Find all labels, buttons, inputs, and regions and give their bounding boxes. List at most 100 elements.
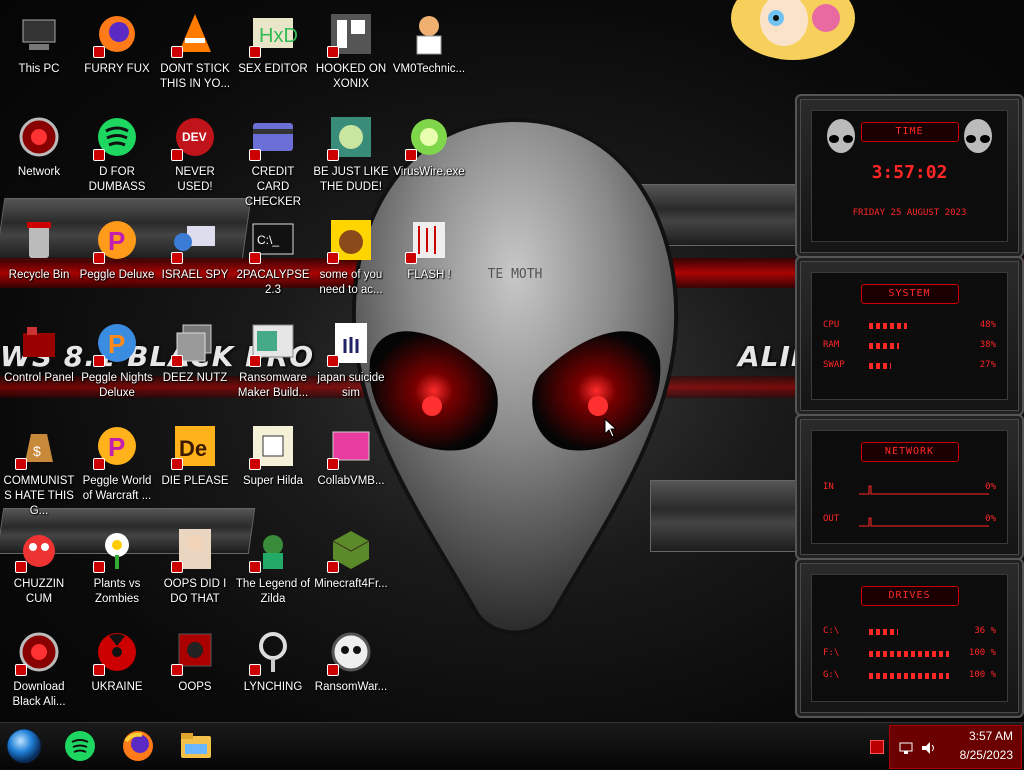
shield-icon bbox=[171, 252, 183, 264]
taskbar-clock-date[interactable]: 8/25/2023 bbox=[960, 748, 1013, 762]
desktop-icon-never-used[interactable]: DEV NEVER USED! bbox=[156, 109, 234, 209]
desktop-icon-label: UKRAINE bbox=[91, 681, 143, 693]
shield-icon bbox=[327, 561, 339, 573]
desktop-icon-super-hilda[interactable]: Super Hilda bbox=[234, 418, 312, 518]
shield-icon bbox=[171, 46, 183, 58]
desktop-icon-viruswire[interactable]: VirusWire.exe bbox=[390, 109, 468, 209]
desktop-icon-deez-nutz[interactable]: DEEZ NUTZ bbox=[156, 315, 234, 415]
system-title: SYSTEM bbox=[860, 284, 959, 304]
system-gadget[interactable]: SYSTEM CPU 48% RAM 38% SWAP 27% bbox=[795, 256, 1024, 416]
desktop-icon-japan-suicide-sim[interactable]: japan suicide sim bbox=[312, 315, 390, 415]
desktop-icon-hooked-on-xonix[interactable]: HOOKED ON XONIX bbox=[312, 6, 390, 106]
desktop-icon-label: BE JUST LIKE THE DUDE! bbox=[313, 166, 389, 193]
desktop-icon-dont-stick[interactable]: DONT STICK THIS IN YO... bbox=[156, 6, 234, 106]
desktop-icon-vm0technic[interactable]: VM0Technic... bbox=[390, 6, 468, 106]
desktop-icon-plants-vs-zombies[interactable]: Plants vs Zombies bbox=[78, 521, 156, 621]
desktop-icon-2pacalypse[interactable]: C:\_ 2PACALYPSE 2.3 bbox=[234, 212, 312, 312]
taskbar-clock-time[interactable]: 3:57 AM bbox=[969, 729, 1013, 743]
desktop-icon-minecraft4fr[interactable]: Minecraft4Fr... bbox=[312, 521, 390, 621]
never-used-icon: DEV bbox=[171, 113, 219, 161]
ukraine-icon bbox=[93, 628, 141, 676]
desktop-icon-peggle-deluxe[interactable]: P Peggle Deluxe bbox=[78, 212, 156, 312]
desktop-icon-network[interactable]: Network bbox=[0, 109, 78, 209]
shield-icon bbox=[15, 458, 27, 470]
shield-icon bbox=[327, 46, 339, 58]
desktop-icon-peggle-world[interactable]: P Peggle World of Warcraft ... bbox=[78, 418, 156, 518]
gadget-row-swap: SWAP 27% bbox=[823, 360, 996, 374]
gadget-row-name: RAM bbox=[823, 340, 840, 350]
gadget-row-g: G:\ 100 % bbox=[823, 670, 996, 684]
desktop-icon-recycle-bin[interactable]: Recycle Bin bbox=[0, 212, 78, 312]
shield-icon bbox=[93, 458, 105, 470]
desktop-icon-d-for-dumbass[interactable]: D FOR DUMBASS bbox=[78, 109, 156, 209]
svg-text:De: De bbox=[179, 436, 207, 461]
desktop-icon-label: OOPS bbox=[178, 681, 212, 693]
legend-of-zilda-icon bbox=[249, 525, 297, 573]
shield-icon bbox=[327, 664, 339, 676]
desktop-icon-be-just-like-dude[interactable]: BE JUST LIKE THE DUDE! bbox=[312, 109, 390, 209]
network-gadget[interactable]: NETWORK IN 0% OUT 0% bbox=[795, 414, 1024, 560]
shield-icon bbox=[249, 561, 261, 573]
shield-icon bbox=[171, 561, 183, 573]
super-hilda-icon bbox=[249, 422, 297, 470]
desktop-icon-oops[interactable]: OOPS bbox=[156, 624, 234, 724]
network-icon[interactable] bbox=[898, 740, 914, 756]
gadget-row-f: F:\ 100 % bbox=[823, 648, 996, 662]
desktop-icon-label: some of you need to ac... bbox=[319, 269, 383, 296]
gadget-row-name: IN bbox=[823, 482, 834, 492]
desktop-icon-communists[interactable]: $ COMMUNISTS HATE THIS G... bbox=[0, 418, 78, 518]
shield-icon bbox=[15, 664, 27, 676]
desktop-icon-label: NEVER USED! bbox=[175, 166, 215, 193]
start-button[interactable] bbox=[4, 727, 44, 765]
volume-icon[interactable] bbox=[920, 740, 938, 756]
desktop-icon-some-of-you[interactable]: some of you need to ac... bbox=[312, 212, 390, 312]
desktop-icon-lynching[interactable]: LYNCHING bbox=[234, 624, 312, 724]
taskbar-file-explorer-button[interactable] bbox=[176, 727, 216, 765]
gadget-row-c: C:\ 36 % bbox=[823, 626, 996, 640]
desktop-icon-collabvmb[interactable]: CollabVMB... bbox=[312, 418, 390, 518]
shield-icon bbox=[93, 355, 105, 367]
desktop-icon-label: 2PACALYPSE 2.3 bbox=[236, 269, 310, 296]
desktop-icon-sex-editor[interactable]: HxD SEX EDITOR bbox=[234, 6, 312, 106]
svg-text:P: P bbox=[108, 226, 125, 256]
shield-icon bbox=[249, 252, 261, 264]
desktop-icon-legend-of-zilda[interactable]: The Legend of Zilda bbox=[234, 521, 312, 621]
desktop-icon-label: RansomWar... bbox=[314, 681, 388, 693]
desktop-icon-label: CHUZZIN CUM bbox=[13, 578, 65, 605]
svg-text:P: P bbox=[108, 329, 125, 359]
desktop-icon-this-pc[interactable]: This PC bbox=[0, 6, 78, 106]
folder-icon bbox=[181, 733, 211, 758]
desktop-icon-furry-fux[interactable]: FURRY FUX bbox=[78, 6, 156, 106]
svg-text:DEV: DEV bbox=[182, 130, 207, 144]
shield-icon bbox=[171, 458, 183, 470]
alien-icon bbox=[827, 119, 855, 153]
time-gadget[interactable]: TIME 3:57:02 FRIDAY 25 AUGUST 2023 bbox=[795, 94, 1024, 258]
desktop-icon-ukraine[interactable]: UKRAINE bbox=[78, 624, 156, 724]
control-panel-icon bbox=[15, 319, 63, 367]
tray-overflow-icon[interactable] bbox=[870, 740, 884, 754]
desktop-icon-israel-spy[interactable]: ISRAEL SPY bbox=[156, 212, 234, 312]
desktop-icon-download-black[interactable]: Download Black Ali... bbox=[0, 624, 78, 724]
taskbar-firefox-button[interactable] bbox=[118, 727, 158, 765]
minecraft4fr-icon bbox=[327, 525, 375, 573]
gadget-row-value: 36 % bbox=[974, 626, 996, 636]
desktop-icon-control-panel[interactable]: Control Panel bbox=[0, 315, 78, 415]
desktop-icon-ransomware-maker[interactable]: Ransomware Maker Build... bbox=[234, 315, 312, 415]
ransomwar-icon bbox=[327, 628, 375, 676]
desktop-icon-die-please[interactable]: De DIE PLEASE bbox=[156, 418, 234, 518]
desktop-icon-ransomwar[interactable]: RansomWar... bbox=[312, 624, 390, 724]
desktop-icon-chuzzin-cum[interactable]: CHUZZIN CUM bbox=[0, 521, 78, 621]
desktop-icon-flash[interactable]: FLASH ! bbox=[390, 212, 468, 312]
taskbar-spotify-button[interactable] bbox=[60, 727, 100, 765]
shield-icon bbox=[249, 46, 261, 58]
network-title: NETWORK bbox=[860, 442, 959, 462]
gadget-row-out: OUT 0% bbox=[823, 514, 996, 528]
gadget-row-value: 100 % bbox=[968, 670, 996, 680]
drives-gadget[interactable]: DRIVES C:\ 36 % F:\ 100 % G:\ 100 % bbox=[795, 558, 1024, 718]
gadget-row-name: SWAP bbox=[823, 360, 845, 370]
desktop-icon-credit-card-checker[interactable]: CREDIT CARD CHECKER bbox=[234, 109, 312, 209]
desktop-icon-oops-did-i[interactable]: OOPS DID I DO THAT bbox=[156, 521, 234, 621]
shield-icon bbox=[93, 664, 105, 676]
shield-icon bbox=[405, 252, 417, 264]
desktop-icon-peggle-nights[interactable]: P Peggle Nights Deluxe bbox=[78, 315, 156, 415]
